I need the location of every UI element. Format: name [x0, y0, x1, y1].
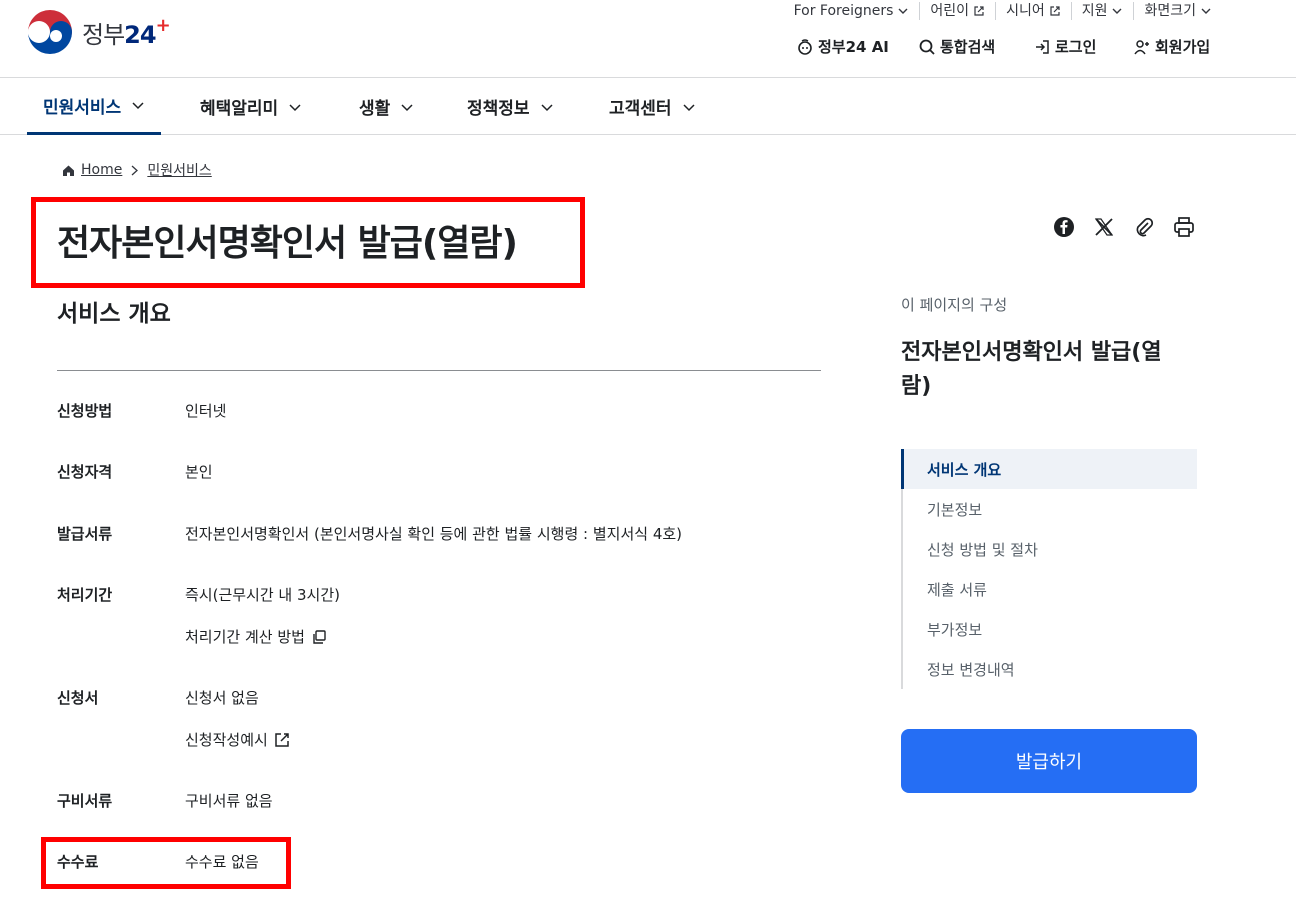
toc-item-procedure[interactable]: 신청 방법 및 절차: [903, 529, 1197, 569]
utility-nav: For Foreigners 어린이 시니어 지원 화면크기: [784, 2, 1222, 20]
util-for-foreigners[interactable]: For Foreigners: [784, 2, 920, 20]
util-kids[interactable]: 어린이: [919, 2, 995, 20]
gnb-benefit-alert[interactable]: 혜택알리미: [200, 78, 302, 135]
chevron-down-icon: [289, 103, 301, 111]
chevron-down-icon: [898, 8, 908, 14]
detail-label-method: 신청방법: [57, 402, 113, 420]
section-title-overview: 서비스 개요: [57, 301, 171, 327]
detail-value-fee: 수수료 없음: [185, 853, 259, 871]
page-title: 전자본인서명확인서 발급(열람): [57, 223, 518, 264]
detail-value-processing-time: 즉시(근무시간 내 3시간): [185, 586, 340, 604]
detail-value-eligibility: 본인: [185, 463, 213, 481]
print-button[interactable]: [1173, 216, 1197, 240]
toc-item-extra-info[interactable]: 부가정보: [903, 609, 1197, 649]
copy-link-button[interactable]: [1133, 216, 1157, 240]
toc-list: 서비스 개요 기본정보 신청 방법 및 절차 제출 서류 부가정보 정보 변경내…: [901, 449, 1197, 689]
x-logo-icon: [1094, 218, 1114, 236]
util-support[interactable]: 지원: [1070, 2, 1134, 20]
detail-label-fee: 수수료: [57, 853, 99, 871]
login-button[interactable]: 로그인: [1033, 36, 1096, 57]
integrated-search-button[interactable]: 통합검색: [918, 36, 995, 57]
chevron-down-icon: [541, 103, 553, 111]
detail-label-eligibility: 신청자격: [57, 463, 113, 481]
search-icon: [919, 39, 935, 55]
ai-button[interactable]: 정부24 AI: [796, 36, 889, 57]
x-share-button[interactable]: [1093, 216, 1117, 240]
external-link-icon: [1050, 6, 1060, 16]
detail-value-document: 전자본인서명확인서 (본인서명사실 확인 등에 관한 법률 시행령 : 별지서식…: [185, 525, 683, 543]
main-navigation: 민원서비스 혜택알리미 생활 정책정보 고객센터: [0, 77, 1296, 135]
user-add-icon: [1134, 39, 1149, 54]
breadcrumb-home[interactable]: Home: [81, 162, 122, 178]
paperclip-icon: [1136, 217, 1154, 237]
chevron-down-icon: [1112, 8, 1122, 14]
toc-title: 전자본인서명확인서 발급(열람): [901, 340, 1162, 399]
breadcrumb-current[interactable]: 민원서비스: [147, 160, 211, 180]
detail-label-processing-time: 처리기간: [57, 586, 113, 604]
detail-label-document: 발급서류: [57, 525, 113, 543]
toc-item-basic-info[interactable]: 기본정보: [903, 489, 1197, 529]
detail-value-method: 인터넷: [185, 402, 227, 420]
gnb-life[interactable]: 생활: [359, 78, 414, 135]
util-screen-size[interactable]: 화면크기: [1133, 2, 1222, 20]
toc-item-submit-docs[interactable]: 제출 서류: [903, 569, 1197, 609]
detail-label-application: 신청서: [57, 689, 99, 707]
login-icon: [1036, 39, 1049, 54]
toc-caption: 이 페이지의 구성: [901, 296, 1008, 314]
external-link-icon: [974, 6, 984, 16]
taegeuk-logo-icon: [28, 10, 72, 54]
detail-value-application: 신청서 없음: [185, 689, 259, 707]
processing-time-calc-link[interactable]: 처리기간 계산 방법: [185, 626, 327, 647]
detail-label-required-docs: 구비서류: [57, 792, 113, 810]
application-example-link[interactable]: 신청작성예시: [185, 729, 290, 750]
gnb-civil-service[interactable]: 민원서비스: [27, 78, 162, 135]
gnb-customer-center[interactable]: 고객센터: [609, 78, 696, 135]
facebook-icon: [1054, 217, 1074, 237]
facebook-share-button[interactable]: [1053, 216, 1077, 240]
chevron-down-icon: [1201, 8, 1211, 14]
util-senior[interactable]: 시니어: [995, 2, 1071, 20]
chevron-down-icon: [683, 103, 695, 111]
gnb-policy-info[interactable]: 정책정보: [467, 78, 554, 135]
printer-icon: [1174, 217, 1194, 237]
detail-value-required-docs: 구비서류 없음: [185, 792, 273, 810]
chevron-down-icon: [401, 103, 413, 111]
robot-icon: [798, 38, 812, 55]
copy-icon: [313, 629, 326, 644]
chevron-right-icon: [131, 165, 139, 175]
issue-button[interactable]: 발급하기: [901, 729, 1197, 793]
section-divider: [57, 370, 821, 371]
toc-item-change-history[interactable]: 정보 변경내역: [903, 649, 1197, 689]
home-icon: [63, 165, 74, 176]
external-link-icon: [275, 732, 289, 747]
toc-item-overview[interactable]: 서비스 개요: [901, 449, 1197, 489]
signup-button[interactable]: 회원가입: [1133, 36, 1210, 57]
chevron-down-icon: [132, 102, 144, 110]
site-logo[interactable]: 정부24+: [26, 8, 171, 56]
breadcrumb: Home 민원서비스: [62, 160, 212, 180]
logo-text: 정부24+: [82, 14, 171, 49]
